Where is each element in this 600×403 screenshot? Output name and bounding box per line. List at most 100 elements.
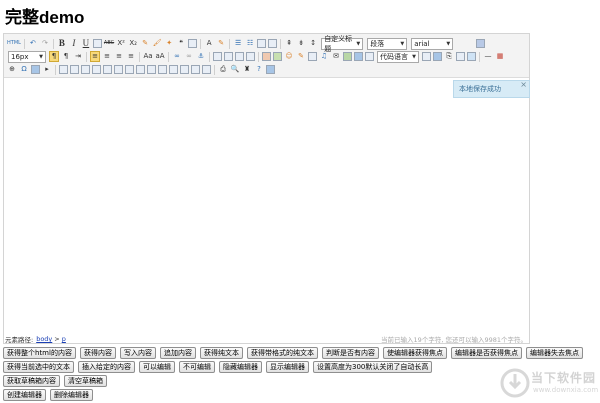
snapscreen-icon[interactable]	[31, 65, 40, 74]
insertframe-icon[interactable]	[365, 52, 374, 61]
lineheight-icon[interactable]: ↕	[308, 38, 318, 49]
insertunorderedlist-icon[interactable]: ☷	[245, 38, 255, 49]
hide-editor-button[interactable]: 隐藏编辑器	[219, 361, 262, 373]
insertparagraphbeforetable-icon[interactable]	[81, 65, 90, 74]
imageright-icon[interactable]	[235, 52, 244, 61]
spechars-icon[interactable]: Ω	[19, 64, 29, 75]
disable-button[interactable]: 不可编辑	[179, 361, 215, 373]
unlink-icon[interactable]: ∞	[184, 51, 194, 62]
emotion2-icon[interactable]: ▸	[42, 64, 52, 75]
horizontal-icon[interactable]: —	[483, 51, 493, 62]
rowspacingtop-icon[interactable]: ⇞	[284, 38, 294, 49]
anchor-icon[interactable]: ⚓	[196, 51, 206, 62]
pagebreak-icon[interactable]: ⎘	[444, 51, 454, 62]
editor-content-area[interactable]	[4, 78, 529, 333]
forecolor-icon[interactable]: A	[204, 38, 214, 49]
fontborder-icon[interactable]	[92, 39, 102, 48]
insertcol-icon[interactable]	[114, 65, 123, 74]
underline-icon[interactable]: U	[81, 38, 91, 49]
emotion-icon[interactable]: ☺	[284, 51, 294, 62]
background-icon[interactable]	[467, 52, 476, 61]
cleardoc-icon[interactable]	[268, 39, 278, 48]
gmap-icon[interactable]	[354, 52, 363, 61]
show-editor-button[interactable]: 显示编辑器	[266, 361, 309, 373]
get-all-html-button[interactable]: 获得整个html的内容	[3, 347, 76, 359]
mergedown-icon[interactable]	[158, 65, 167, 74]
deletetable-icon[interactable]	[70, 65, 79, 74]
imageleft-icon[interactable]	[224, 52, 233, 61]
justifyright-icon[interactable]: ≡	[114, 51, 124, 62]
justifyjustify-icon[interactable]: ≡	[126, 51, 136, 62]
directionalityltr-icon[interactable]: ¶	[49, 51, 59, 62]
drafts-icon[interactable]	[266, 65, 275, 74]
splittorows-icon[interactable]	[180, 65, 189, 74]
mergeright-icon[interactable]	[147, 65, 156, 74]
set-focus-button[interactable]: 使编辑器获得焦点	[382, 347, 447, 359]
source-icon[interactable]: HTML	[7, 38, 21, 49]
code-language-select[interactable]: 代码语言 ▼	[377, 50, 419, 63]
undo-icon[interactable]: ↶	[28, 38, 38, 49]
backcolor-icon[interactable]: ✎	[216, 38, 226, 49]
custom-style-select[interactable]: 自定义标题 ▼	[321, 35, 364, 53]
get-content-button[interactable]: 获得内容	[79, 347, 116, 359]
wordimage-icon[interactable]: ⊕	[7, 64, 17, 75]
path-p-link[interactable]: p	[62, 335, 66, 343]
enable-button[interactable]: 可以编辑	[139, 361, 175, 373]
splittocols-icon[interactable]	[191, 65, 200, 74]
deleterow-icon[interactable]	[103, 65, 112, 74]
simpleupload-icon[interactable]	[262, 52, 271, 61]
clear-drafts-button[interactable]: 清空草稿箱	[64, 375, 107, 387]
pasteplain-icon[interactable]	[188, 39, 198, 48]
close-icon[interactable]: ×	[520, 80, 527, 89]
date-icon[interactable]: ▦	[495, 51, 505, 62]
help-icon[interactable]: ?	[254, 64, 264, 75]
insertcode-icon[interactable]	[422, 52, 431, 61]
font-size-select[interactable]: 16px ▼	[8, 50, 46, 63]
get-plain-text-button[interactable]: 获得纯文本	[199, 347, 243, 359]
get-formatted-text-button[interactable]: 获得带格式的纯文本	[246, 347, 318, 359]
superscript-icon[interactable]: X²	[116, 38, 126, 49]
get-selected-text-button[interactable]: 获得当前选中的文本	[3, 361, 74, 373]
formatmatch-icon[interactable]: 🖌	[152, 38, 162, 49]
insertimage-icon[interactable]	[273, 52, 282, 61]
touppercase-icon[interactable]: Aa	[143, 51, 153, 62]
set-height-button[interactable]: 设置高度为300默认关闭了自动长高	[313, 361, 433, 373]
charts-icon[interactable]	[202, 65, 211, 74]
bold-icon[interactable]: B	[57, 38, 67, 49]
preview-icon[interactable]: 🔍	[230, 64, 240, 75]
tolowercase-icon[interactable]: aA	[155, 51, 165, 62]
font-family-select[interactable]: arial ▼	[411, 37, 454, 50]
set-content-button[interactable]: 写入内容	[119, 347, 156, 359]
insert-html-button[interactable]: 插入给定的内容	[78, 361, 135, 373]
rowspacingbottom-icon[interactable]: ⇟	[296, 38, 306, 49]
subscript-icon[interactable]: X₂	[128, 38, 138, 49]
blockquote-icon[interactable]: ❝	[176, 38, 186, 49]
path-body-link[interactable]: body	[36, 335, 52, 343]
insertvideo-icon[interactable]	[308, 52, 317, 61]
removeformat-icon[interactable]: ✎	[140, 38, 150, 49]
music-icon[interactable]: ♫	[319, 51, 329, 62]
create-editor-button[interactable]: 创建编辑器	[3, 389, 46, 401]
selectall-icon[interactable]	[257, 39, 267, 48]
inserttable-icon[interactable]	[59, 65, 68, 74]
insertrow-icon[interactable]	[92, 65, 101, 74]
fullscreen-icon[interactable]	[476, 39, 486, 48]
strikethrough-icon[interactable]: ABC	[104, 38, 114, 49]
mergecells-icon[interactable]	[136, 65, 145, 74]
scrawl-icon[interactable]: ✎	[296, 51, 306, 62]
get-drafts-button[interactable]: 获取草稿箱内容	[3, 375, 60, 387]
webapp-icon[interactable]	[433, 52, 442, 61]
redo-icon[interactable]: ↷	[40, 38, 50, 49]
insertorderedlist-icon[interactable]: ☰	[233, 38, 243, 49]
italic-icon[interactable]: I	[69, 38, 79, 49]
delete-editor-button[interactable]: 删除编辑器	[50, 389, 93, 401]
append-content-button[interactable]: 追加内容	[159, 347, 196, 359]
paragraph-select[interactable]: 段落 ▼	[367, 37, 408, 50]
imagecenter-icon[interactable]	[246, 52, 255, 61]
is-focus-button[interactable]: 编辑器是否获得焦点	[450, 347, 522, 359]
deletecol-icon[interactable]	[125, 65, 134, 74]
justifyleft-icon[interactable]: ≡	[90, 51, 100, 62]
imagenone-icon[interactable]	[213, 52, 222, 61]
searchreplace-icon[interactable]: ♜	[242, 64, 252, 75]
splittocells-icon[interactable]	[169, 65, 178, 74]
